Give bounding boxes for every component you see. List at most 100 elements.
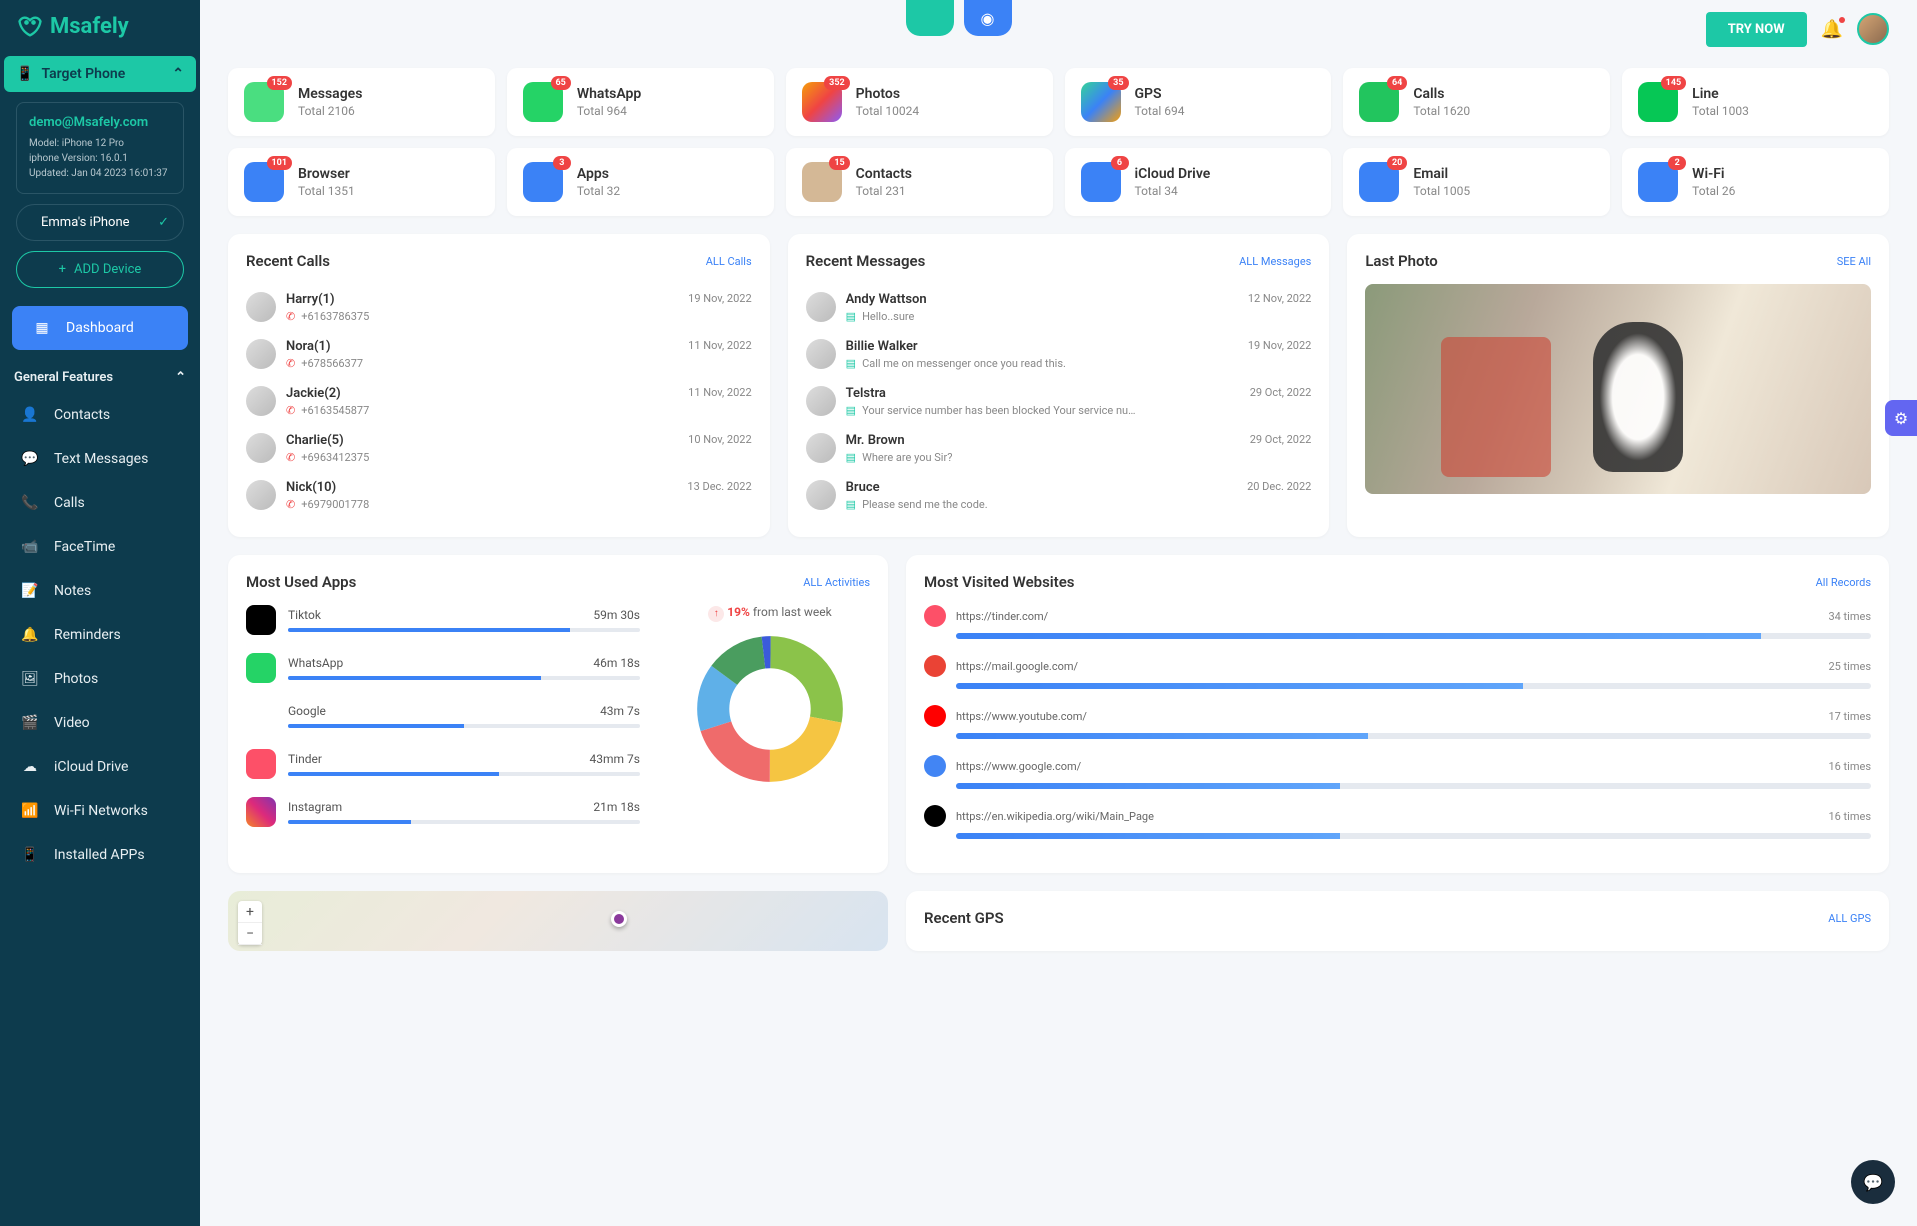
missed-call-icon: ✆ bbox=[286, 451, 295, 464]
video-icon: 🎬 bbox=[20, 713, 40, 733]
chevron-up-icon: ⌃ bbox=[175, 370, 186, 385]
message-row[interactable]: Billie Walker ▤Call me on messenger once… bbox=[806, 331, 1312, 378]
nav-text-messages[interactable]: 💬 Text Messages bbox=[0, 437, 200, 481]
device-selector[interactable]: Emma's iPhone ✓ bbox=[16, 204, 184, 241]
settings-float-button[interactable]: ⚙ bbox=[1885, 400, 1917, 436]
stat-photos[interactable]: 352 Photos Total 10024 bbox=[786, 68, 1053, 136]
nav-wi-fi-networks[interactable]: 📶 Wi-Fi Networks bbox=[0, 789, 200, 833]
caller-name: Nora(1) bbox=[286, 339, 678, 354]
topbar: ◉ TRY NOW 🔔 bbox=[228, 0, 1889, 58]
stat-email[interactable]: 20 Email Total 1005 bbox=[1343, 148, 1610, 216]
all-activities-link[interactable]: ALL Activities bbox=[803, 576, 870, 589]
all-calls-link[interactable]: ALL Calls bbox=[706, 255, 752, 268]
chevron-up-icon: ⌃ bbox=[172, 66, 184, 82]
zoom-in-button[interactable]: + bbox=[238, 901, 262, 923]
last-photo-image[interactable] bbox=[1365, 284, 1871, 494]
stat-name: WhatsApp bbox=[577, 86, 641, 102]
add-device-label: ADD Device bbox=[74, 262, 141, 277]
android-icon: ◉ bbox=[981, 9, 995, 28]
app-time: 59m 30s bbox=[593, 608, 640, 622]
user-avatar[interactable] bbox=[1857, 13, 1889, 45]
stat-line[interactable]: 145 Line Total 1003 bbox=[1622, 68, 1889, 136]
all-gps-link[interactable]: ALL GPS bbox=[1828, 912, 1871, 925]
caller-name: Jackie(2) bbox=[286, 386, 678, 401]
nav-installed-apps[interactable]: 📱 Installed APPs bbox=[0, 833, 200, 877]
site-favicon bbox=[924, 755, 946, 777]
installed-apps-icon: 📱 bbox=[20, 845, 40, 865]
brand-logo[interactable]: Msafely bbox=[0, 12, 200, 52]
avatar bbox=[246, 433, 276, 463]
most-used-apps-card: Most Used Apps ALL Activities Tiktok59m … bbox=[228, 555, 888, 873]
nav-facetime[interactable]: 📹 FaceTime bbox=[0, 525, 200, 569]
message-row[interactable]: Andy Wattson ▤Hello..sure 12 Nov, 2022 bbox=[806, 284, 1312, 331]
call-row[interactable]: Jackie(2) ✆+6163545877 11 Nov, 2022 bbox=[246, 378, 752, 425]
gps-map[interactable]: + − bbox=[228, 891, 888, 951]
nav-reminders[interactable]: 🔔 Reminders bbox=[0, 613, 200, 657]
platform-apple[interactable] bbox=[906, 0, 954, 36]
check-icon: ✓ bbox=[158, 215, 169, 230]
stat-messages[interactable]: 152 Messages Total 2106 bbox=[228, 68, 495, 136]
message-icon: ▤ bbox=[846, 451, 856, 464]
trend-pct: 19% bbox=[727, 605, 750, 619]
nav-calls[interactable]: 📞 Calls bbox=[0, 481, 200, 525]
stat-icloud-drive[interactable]: 6 iCloud Drive Total 34 bbox=[1065, 148, 1332, 216]
stat-apps[interactable]: 3 Apps Total 32 bbox=[507, 148, 774, 216]
nav-dashboard[interactable]: ▦ Dashboard bbox=[12, 306, 188, 350]
website-row[interactable]: https://en.wikipedia.org/wiki/Main_Page … bbox=[924, 805, 1871, 839]
website-row[interactable]: https://www.youtube.com/ 17 times bbox=[924, 705, 1871, 739]
app-row: Tiktok59m 30s bbox=[246, 605, 640, 635]
wi-fi-icon: 2 bbox=[1638, 162, 1678, 202]
target-phone-toggle[interactable]: 📱 Target Phone ⌃ bbox=[4, 56, 196, 92]
website-row[interactable]: https://mail.google.com/ 25 times bbox=[924, 655, 1871, 689]
recent-gps-card: Recent GPS ALL GPS bbox=[906, 891, 1889, 951]
nav-contacts[interactable]: 👤 Contacts bbox=[0, 393, 200, 437]
message-row[interactable]: Bruce ▤Please send me the code. 20 Dec. … bbox=[806, 472, 1312, 519]
message-row[interactable]: Mr. Brown ▤Where are you Sir? 29 Oct, 20… bbox=[806, 425, 1312, 472]
message-row[interactable]: Telstra ▤Your service number has been bl… bbox=[806, 378, 1312, 425]
stat-total: Total 32 bbox=[577, 184, 620, 198]
stat-whatsapp[interactable]: 65 WhatsApp Total 964 bbox=[507, 68, 774, 136]
stat-wi-fi[interactable]: 2 Wi-Fi Total 26 bbox=[1622, 148, 1889, 216]
stat-gps[interactable]: 35 GPS Total 694 bbox=[1065, 68, 1332, 136]
caller-name: Charlie(5) bbox=[286, 433, 678, 448]
trend-text: from last week bbox=[753, 605, 832, 619]
all-messages-link[interactable]: ALL Messages bbox=[1239, 255, 1311, 268]
stat-total: Total 1005 bbox=[1413, 184, 1470, 198]
zoom-out-button[interactable]: − bbox=[238, 923, 262, 945]
site-visits: 17 times bbox=[1828, 710, 1871, 723]
try-now-button[interactable]: TRY NOW bbox=[1706, 12, 1807, 47]
stat-total: Total 34 bbox=[1135, 184, 1211, 198]
website-row[interactable]: https://www.google.com/ 16 times bbox=[924, 755, 1871, 789]
all-records-link[interactable]: All Records bbox=[1816, 576, 1871, 589]
avatar bbox=[806, 292, 836, 322]
platform-android[interactable]: ◉ bbox=[964, 0, 1012, 36]
nav-item-label: Wi-Fi Networks bbox=[54, 803, 148, 819]
recent-gps-title: Recent GPS bbox=[924, 909, 1004, 927]
see-all-photos-link[interactable]: SEE All bbox=[1837, 255, 1871, 268]
section-general-features[interactable]: General Features ⌃ bbox=[0, 356, 200, 393]
nav-dashboard-label: Dashboard bbox=[66, 320, 134, 336]
site-url: https://mail.google.com/ bbox=[956, 660, 1818, 673]
call-row[interactable]: Nick(10) ✆+6979001778 13 Dec. 2022 bbox=[246, 472, 752, 519]
stat-contacts[interactable]: 15 Contacts Total 231 bbox=[786, 148, 1053, 216]
chat-float-button[interactable]: 💬 bbox=[1851, 1160, 1895, 1204]
stat-calls[interactable]: 64 Calls Total 1620 bbox=[1343, 68, 1610, 136]
app-time: 46m 18s bbox=[593, 656, 640, 670]
avatar bbox=[806, 433, 836, 463]
nav-notes[interactable]: 📝 Notes bbox=[0, 569, 200, 613]
nav-icloud-drive[interactable]: ☁ iCloud Drive bbox=[0, 745, 200, 789]
tiktok-icon bbox=[246, 605, 276, 635]
add-device-button[interactable]: + ADD Device bbox=[16, 251, 184, 288]
call-date: 13 Dec. 2022 bbox=[687, 480, 751, 493]
app-name: Google bbox=[288, 704, 326, 718]
site-visits: 16 times bbox=[1828, 810, 1871, 823]
call-row[interactable]: Harry(1) ✆+6163786375 19 Nov, 2022 bbox=[246, 284, 752, 331]
nav-item-label: Photos bbox=[54, 671, 98, 687]
notifications-button[interactable]: 🔔 bbox=[1821, 19, 1843, 40]
nav-photos[interactable]: 🖼 Photos bbox=[0, 657, 200, 701]
nav-video[interactable]: 🎬 Video bbox=[0, 701, 200, 745]
stat-browser[interactable]: 101 Browser Total 1351 bbox=[228, 148, 495, 216]
website-row[interactable]: https://tinder.com/ 34 times bbox=[924, 605, 1871, 639]
call-row[interactable]: Nora(1) ✆+678566377 11 Nov, 2022 bbox=[246, 331, 752, 378]
call-row[interactable]: Charlie(5) ✆+6963412375 10 Nov, 2022 bbox=[246, 425, 752, 472]
